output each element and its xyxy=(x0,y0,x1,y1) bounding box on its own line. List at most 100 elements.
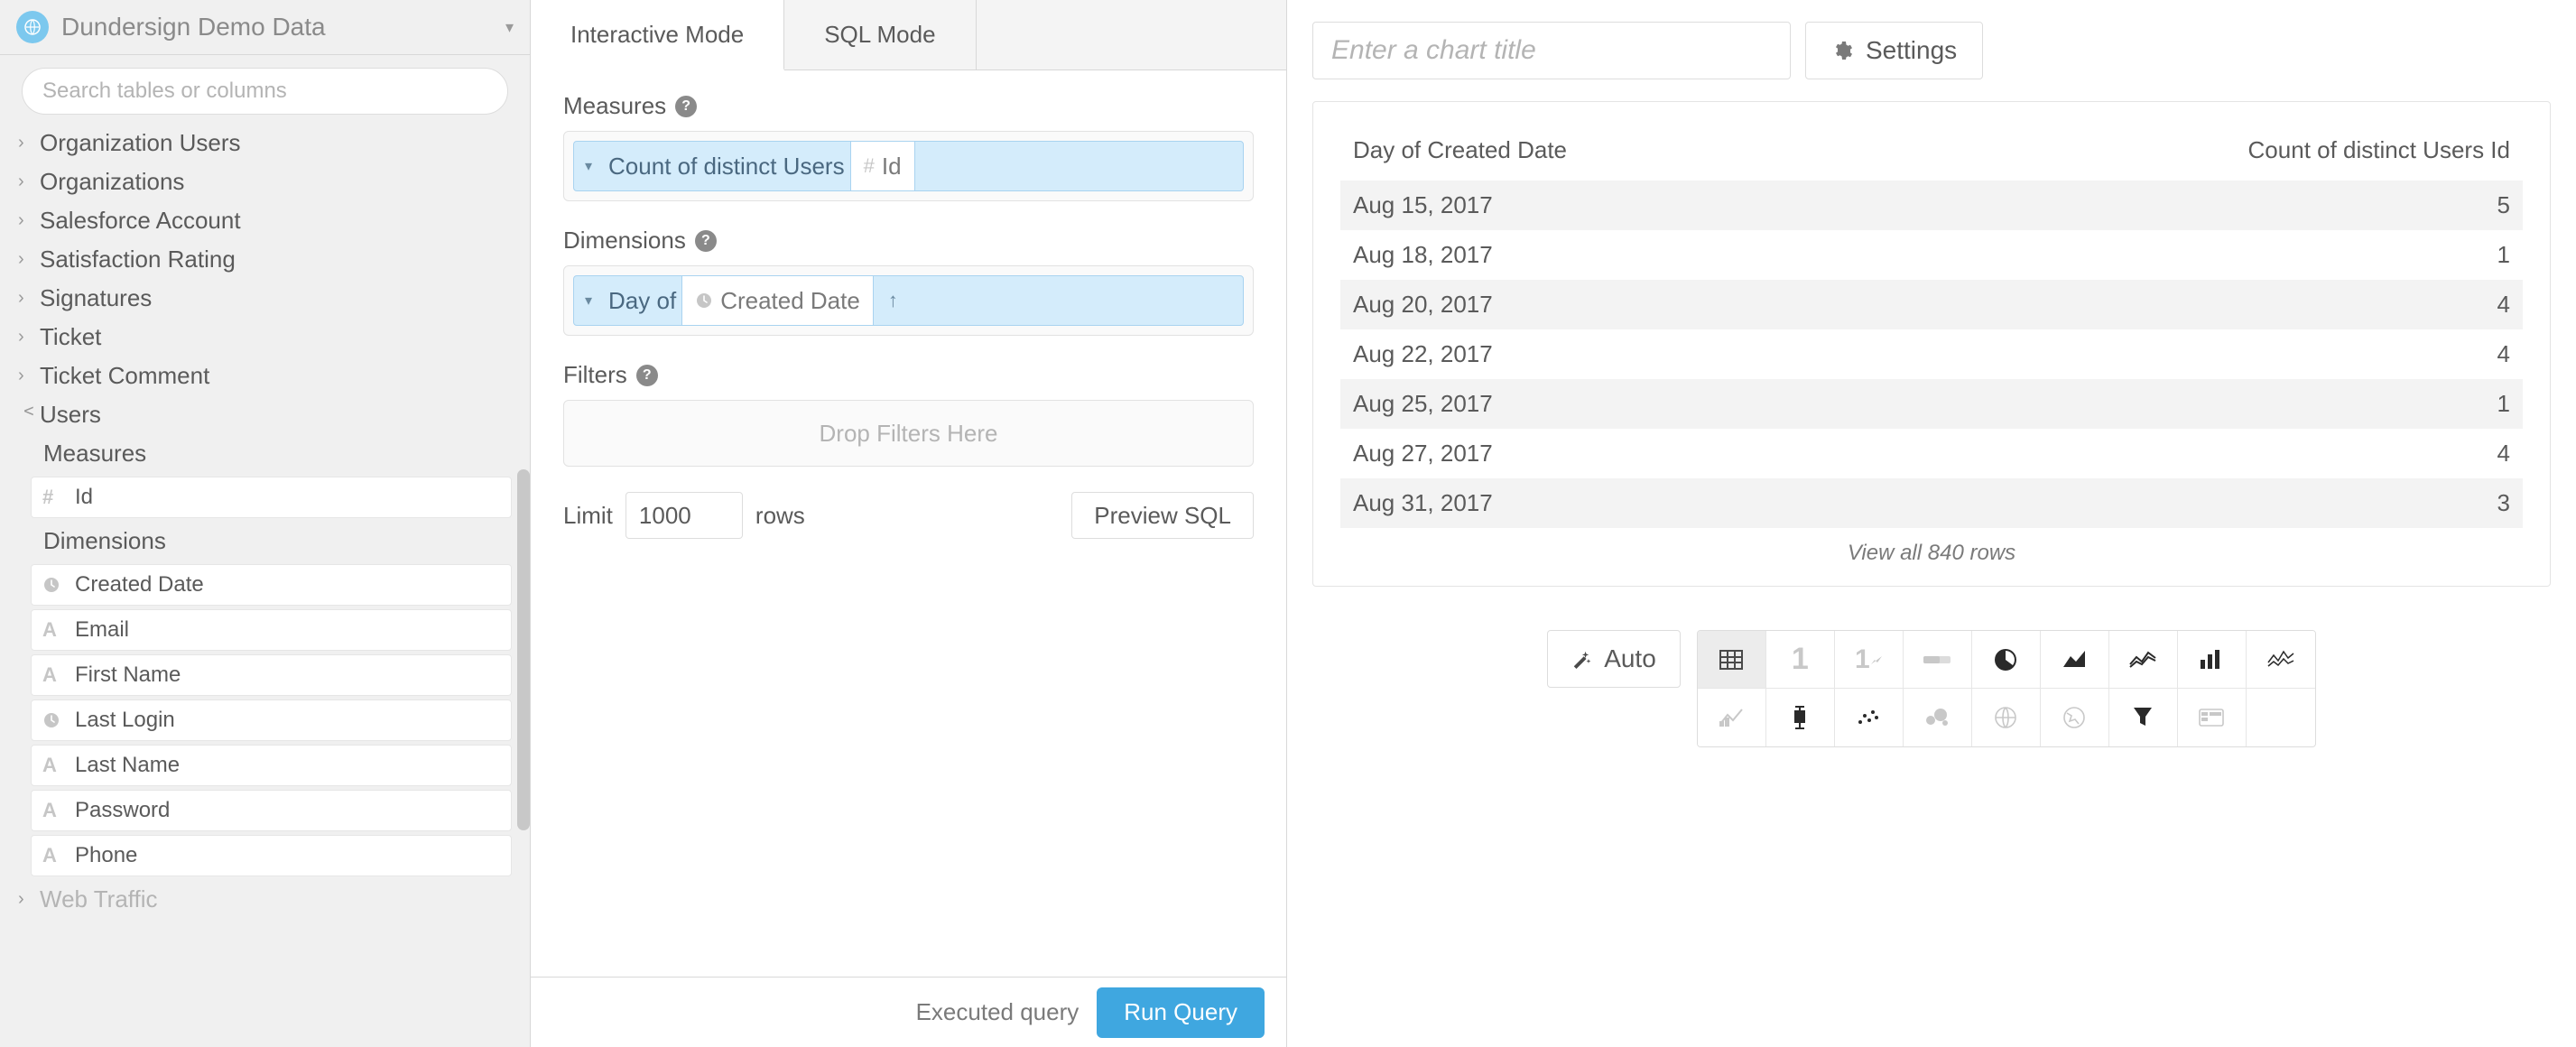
chart-type-trend[interactable] xyxy=(1698,689,1766,746)
run-query-button[interactable]: Run Query xyxy=(1097,987,1265,1038)
chart-type-combo[interactable] xyxy=(2247,631,2315,689)
field-chip-dimension[interactable]: ALast Name xyxy=(31,745,512,786)
table-cell: Aug 25, 2017 xyxy=(1340,379,1877,429)
column-header[interactable]: Count of distinct Users Id xyxy=(1877,127,2523,181)
field-label: Last Login xyxy=(75,708,175,733)
executed-status: Executed query xyxy=(916,998,1080,1026)
chart-panel: Settings Day of Created DateCount of dis… xyxy=(1287,0,2576,1047)
tree-item[interactable]: ›Web Traffic xyxy=(0,880,530,919)
text-icon: A xyxy=(42,618,68,642)
tree-item[interactable]: ˅Users xyxy=(0,395,530,434)
chart-type-area[interactable] xyxy=(2041,631,2109,689)
field-chip-dimension[interactable]: AFirst Name xyxy=(31,654,512,696)
tree-item-label: Signatures xyxy=(40,284,152,312)
chart-type-line[interactable] xyxy=(2109,631,2178,689)
field-chip-dimension[interactable]: APhone xyxy=(31,835,512,876)
scrollbar[interactable] xyxy=(517,469,530,830)
field-label: Email xyxy=(75,617,129,643)
table-cell: 5 xyxy=(1877,181,2523,230)
chart-type-table[interactable] xyxy=(1698,631,1766,689)
tree-item[interactable]: ›Organization Users xyxy=(0,124,530,162)
chart-type-grid: 1 1 xyxy=(1697,630,2316,747)
table-cell: 4 xyxy=(1877,329,2523,379)
measures-label: Measures ? xyxy=(563,92,1254,120)
measure-pill-text: Count of distinct Users xyxy=(603,153,850,181)
dimension-pill-field: Created Date xyxy=(681,276,874,325)
chart-type-bar[interactable] xyxy=(2178,631,2247,689)
field-chip-dimension[interactable]: Last Login xyxy=(31,700,512,741)
table-cell: Aug 27, 2017 xyxy=(1340,429,1877,478)
column-header[interactable]: Day of Created Date xyxy=(1340,127,1877,181)
table-cell: 4 xyxy=(1877,280,2523,329)
table-row[interactable]: Aug 27, 20174 xyxy=(1340,429,2523,478)
dimensions-dropzone[interactable]: ▾ Day of Created Date ↑ xyxy=(563,265,1254,336)
field-label: Phone xyxy=(75,843,137,868)
table-cell: 4 xyxy=(1877,429,2523,478)
chart-type-big-number[interactable]: 1 xyxy=(1766,631,1835,689)
help-icon[interactable]: ? xyxy=(675,96,697,117)
help-icon[interactable]: ? xyxy=(636,365,658,386)
limit-label: Limit xyxy=(563,502,613,530)
measures-dropzone[interactable]: ▾ Count of distinct Users # Id xyxy=(563,131,1254,201)
dimensions-header: Dimensions xyxy=(0,522,530,561)
field-label: Created Date xyxy=(75,572,204,598)
tree-item-label: Organization Users xyxy=(40,129,241,157)
field-chip-dimension[interactable]: Created Date xyxy=(31,564,512,606)
tree-item[interactable]: ›Satisfaction Rating xyxy=(0,240,530,279)
table-row[interactable]: Aug 15, 20175 xyxy=(1340,181,2523,230)
tree-item-label: Web Traffic xyxy=(40,885,158,913)
dimension-pill[interactable]: ▾ Day of Created Date ↑ xyxy=(573,275,1244,326)
table-row[interactable]: Aug 22, 20174 xyxy=(1340,329,2523,379)
tree-item[interactable]: ›Ticket Comment xyxy=(0,357,530,395)
number-icon: # xyxy=(42,486,68,509)
query-builder-panel: Interactive Mode SQL Mode Measures ? ▾ C… xyxy=(531,0,1287,1047)
chart-title-input[interactable] xyxy=(1312,22,1791,79)
table-cell: 3 xyxy=(1877,478,2523,528)
auto-chart-button[interactable]: Auto xyxy=(1547,630,1681,688)
limit-input[interactable] xyxy=(625,492,743,539)
tree-item[interactable]: ›Salesforce Account xyxy=(0,201,530,240)
table-row[interactable]: Aug 18, 20171 xyxy=(1340,230,2523,280)
table-row[interactable]: Aug 31, 20173 xyxy=(1340,478,2523,528)
field-chip-dimension[interactable]: A Email xyxy=(31,609,512,651)
tab-interactive[interactable]: Interactive Mode xyxy=(531,0,784,70)
chart-type-bubble[interactable] xyxy=(1904,689,1972,746)
table-tree: ›Organization Users›Organizations›Salesf… xyxy=(0,124,530,1047)
datasource-logo-icon xyxy=(16,11,49,43)
tree-item[interactable]: ›Signatures xyxy=(0,279,530,318)
preview-sql-button[interactable]: Preview SQL xyxy=(1071,492,1254,539)
measure-pill[interactable]: ▾ Count of distinct Users # Id xyxy=(573,141,1244,191)
rows-label: rows xyxy=(755,502,805,530)
view-all-link[interactable]: View all 840 rows xyxy=(1340,528,2523,570)
table-cell: Aug 15, 2017 xyxy=(1340,181,1877,230)
chart-type-boxplot[interactable] xyxy=(1766,689,1835,746)
field-chip-dimension[interactable]: APassword xyxy=(31,790,512,831)
settings-button[interactable]: Settings xyxy=(1805,22,1983,79)
field-label: Id xyxy=(75,485,93,510)
filters-dropzone[interactable]: Drop Filters Here xyxy=(563,400,1254,467)
chart-type-funnel[interactable] xyxy=(2109,689,2178,746)
tree-item[interactable]: ›Organizations xyxy=(0,162,530,201)
tree-item-label: Ticket xyxy=(40,323,101,351)
chart-type-pivot[interactable] xyxy=(2178,689,2247,746)
datasource-selector[interactable]: Dundersign Demo Data ▾ xyxy=(0,0,530,55)
field-label: Password xyxy=(75,798,170,823)
sort-asc-icon[interactable]: ↑ xyxy=(874,289,913,312)
tree-item-label: Users xyxy=(40,401,101,429)
table-row[interactable]: Aug 25, 20171 xyxy=(1340,379,2523,429)
chart-type-scatter[interactable] xyxy=(1835,689,1904,746)
chart-type-progress[interactable] xyxy=(1904,631,1972,689)
chart-type-region-map[interactable] xyxy=(2041,689,2109,746)
chart-type-big-number-trend[interactable]: 1 xyxy=(1835,631,1904,689)
chart-type-world-map[interactable] xyxy=(1972,689,2041,746)
chevron-icon: › xyxy=(18,288,36,309)
tree-item-label: Organizations xyxy=(40,168,184,196)
field-chip-measure[interactable]: # Id xyxy=(31,477,512,518)
table-cell: Aug 20, 2017 xyxy=(1340,280,1877,329)
chart-type-pie[interactable] xyxy=(1972,631,2041,689)
table-row[interactable]: Aug 20, 20174 xyxy=(1340,280,2523,329)
tree-item[interactable]: ›Ticket xyxy=(0,318,530,357)
tab-sql[interactable]: SQL Mode xyxy=(784,0,976,69)
search-input[interactable] xyxy=(22,68,508,115)
help-icon[interactable]: ? xyxy=(695,230,717,252)
